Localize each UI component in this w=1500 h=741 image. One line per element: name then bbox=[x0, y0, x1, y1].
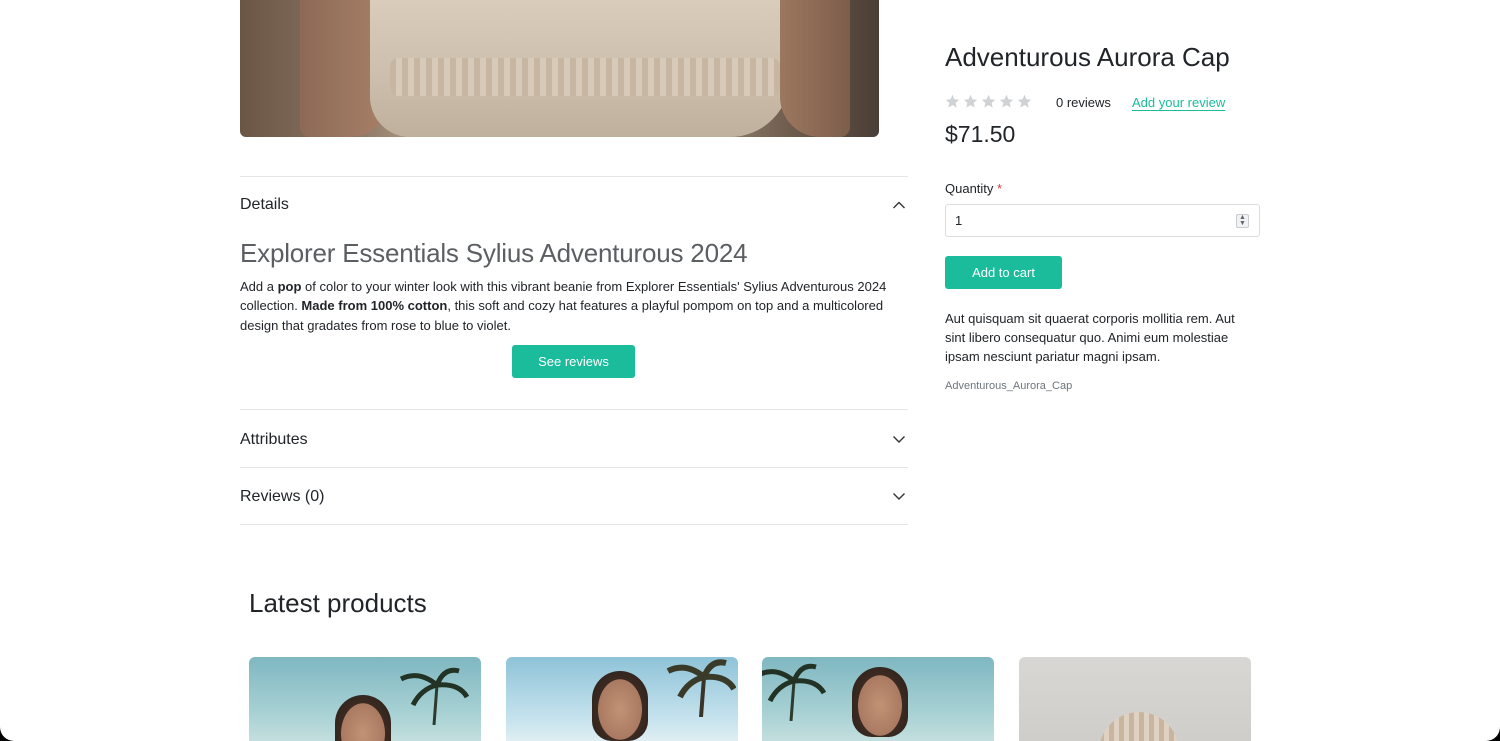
image-person bbox=[852, 667, 908, 737]
see-reviews-button[interactable]: See reviews bbox=[512, 345, 635, 378]
details-heading: Explorer Essentials Sylius Adventurous 2… bbox=[240, 238, 748, 268]
product-main-image[interactable] bbox=[240, 0, 879, 137]
star-icon bbox=[999, 94, 1014, 108]
accordion-reviews-title[interactable]: Reviews (0) bbox=[240, 488, 324, 506]
image-person bbox=[592, 671, 648, 741]
star-icon bbox=[945, 94, 960, 108]
product-card-image[interactable] bbox=[1019, 657, 1251, 741]
star-icon bbox=[981, 94, 996, 108]
quantity-label: Quantity * bbox=[945, 181, 1003, 196]
add-review-link[interactable]: Add your review bbox=[1132, 95, 1225, 110]
chevron-up-icon[interactable] bbox=[892, 198, 906, 212]
product-card-image[interactable] bbox=[762, 657, 994, 741]
quantity-input[interactable]: 1 ▲ ▼ bbox=[945, 204, 1260, 237]
add-to-cart-button[interactable]: Add to cart bbox=[945, 256, 1062, 289]
image-waistband bbox=[390, 58, 780, 96]
palm-tree-icon bbox=[399, 667, 469, 725]
required-marker: * bbox=[997, 181, 1003, 196]
product-card-image[interactable] bbox=[249, 657, 481, 741]
quantity-spinner-icon[interactable]: ▲ ▼ bbox=[1236, 214, 1249, 228]
product-page: Details Explorer Essentials Sylius Adven… bbox=[0, 0, 1500, 741]
quantity-value: 1 bbox=[955, 213, 963, 228]
product-short-description: Aut quisquam sit quaerat corporis mollit… bbox=[945, 311, 1235, 364]
accordion-details-title[interactable]: Details bbox=[240, 196, 289, 214]
product-card-image[interactable] bbox=[506, 657, 738, 741]
palm-tree-icon bbox=[666, 659, 736, 717]
product-code: Adventurous_Aurora_Cap bbox=[945, 380, 1073, 392]
details-description: Add a pop of color to your winter look w… bbox=[240, 279, 887, 333]
rating-stars bbox=[945, 94, 1032, 109]
reviews-count: 0 reviews bbox=[1056, 95, 1111, 110]
chevron-down-icon[interactable] bbox=[892, 489, 906, 503]
star-icon bbox=[1017, 94, 1032, 108]
chevron-down-icon[interactable] bbox=[892, 432, 906, 446]
accordion-divider bbox=[240, 524, 908, 525]
accordion-divider bbox=[240, 467, 908, 468]
star-icon bbox=[963, 94, 978, 108]
latest-products-heading: Latest products bbox=[249, 588, 427, 618]
image-arm-right bbox=[780, 0, 850, 137]
accordion-attributes-title[interactable]: Attributes bbox=[240, 431, 308, 449]
accordion-divider bbox=[240, 176, 908, 177]
accordion-divider bbox=[240, 409, 908, 410]
product-price: $71.50 bbox=[945, 121, 1016, 147]
palm-tree-icon bbox=[762, 663, 826, 721]
product-title: Adventurous Aurora Cap bbox=[945, 42, 1230, 72]
